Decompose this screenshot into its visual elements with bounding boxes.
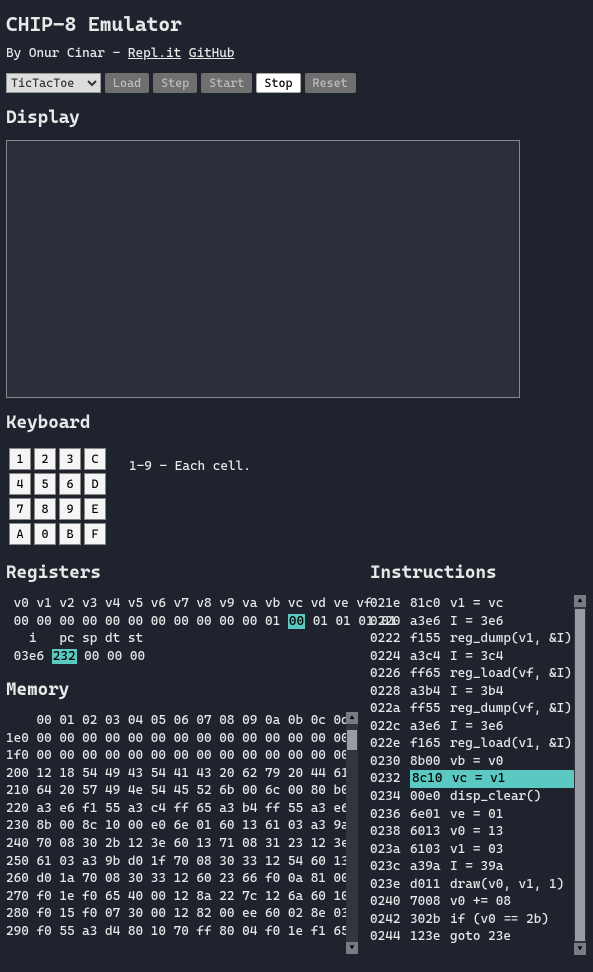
key-4[interactable]: 4: [9, 473, 31, 495]
reg-header: v0 v1 v2 v3 v4 v5 v6 v7 v8 v9 va vb vc v…: [6, 595, 358, 613]
key-c[interactable]: C: [84, 448, 106, 470]
memory-row: 270 f0 1e f0 65 40 00 12 8a 22 7c 12 6a …: [6, 888, 346, 906]
instruction-row: 021e81c0v1 = vc: [370, 595, 574, 613]
memory-row: 210 64 20 57 49 4e 54 45 52 6b 00 6c 00 …: [6, 782, 346, 800]
rom-select[interactable]: TicTacToe: [6, 73, 101, 93]
scroll-up-icon[interactable]: ▲: [346, 712, 358, 724]
key-5[interactable]: 5: [34, 473, 56, 495]
reg-values: 00 00 00 00 00 00 00 00 00 00 00 01 00 0…: [6, 613, 358, 631]
scroll-thumb[interactable]: [347, 730, 357, 750]
instruction-row: 022ef165reg_load(v1, &I): [370, 735, 574, 753]
instruction-row: 02386013v0 = 13: [370, 823, 574, 841]
instruction-row: 0224a3c4I = 3c4: [370, 648, 574, 666]
memory-row: 220 a3 e6 f1 55 a3 c4 ff 65 a3 b4 ff 55 …: [6, 800, 346, 818]
key-b[interactable]: B: [59, 523, 81, 545]
instructions-scrollbar[interactable]: ▲ ▼: [574, 595, 586, 955]
section-display: Display: [6, 107, 587, 128]
scroll-up-icon[interactable]: ▲: [574, 595, 586, 607]
instruction-row: 023400e0disp_clear(): [370, 788, 574, 806]
section-keyboard: Keyboard: [6, 412, 587, 433]
byline: By Onur Cinar - Repl.it GitHub: [6, 46, 587, 61]
memory-row: 240 70 08 30 2b 12 3e 60 13 71 08 31 23 …: [6, 835, 346, 853]
keypad: 1 2 3 C 4 5 6 D 7 8 9 E A 0 B F: [6, 445, 109, 548]
controls-bar: TicTacToe Load Step Start Stop Reset: [6, 73, 587, 93]
key-2[interactable]: 2: [34, 448, 56, 470]
instruction-row: 0226ff65reg_load(vf, &I): [370, 665, 574, 683]
step-button[interactable]: Step: [153, 73, 197, 93]
section-memory: Memory: [6, 679, 358, 700]
scroll-down-icon[interactable]: ▼: [574, 943, 586, 955]
stop-button[interactable]: Stop: [256, 73, 300, 93]
mem-header: 00 01 02 03 04 05 06 07 08 09 0a 0b 0c 0…: [6, 712, 346, 730]
section-instructions: Instructions: [370, 562, 587, 583]
page-title: CHIP-8 Emulator: [6, 12, 587, 36]
instruction-row: 0242302bif (v0 == 2b): [370, 911, 574, 929]
key-f[interactable]: F: [84, 523, 106, 545]
instruction-row: 023a6103v1 = 03: [370, 841, 574, 859]
instruction-row: 0220a3e6I = 3e6: [370, 613, 574, 631]
link-replit[interactable]: Repl.it: [128, 46, 181, 61]
key-e[interactable]: E: [84, 498, 106, 520]
load-button[interactable]: Load: [105, 73, 149, 93]
memory-panel: 00 01 02 03 04 05 06 07 08 09 0a 0b 0c 0…: [6, 712, 358, 954]
key-3[interactable]: 3: [59, 448, 81, 470]
memory-row: 280 f0 15 f0 07 30 00 12 82 00 ee 60 02 …: [6, 905, 346, 923]
memory-row: 290 f0 55 a3 d4 80 10 70 ff 80 04 f0 1e …: [6, 923, 346, 941]
registers-block: v0 v1 v2 v3 v4 v5 v6 v7 v8 v9 va vb vc v…: [6, 595, 358, 665]
instruction-row: 02328c10vc = v1: [370, 770, 574, 788]
key-8[interactable]: 8: [34, 498, 56, 520]
start-button[interactable]: Start: [201, 73, 252, 93]
instruction-row: 0222f155reg_dump(v1, &I): [370, 630, 574, 648]
keyboard-hint: 1-9 - Each cell.: [129, 459, 251, 474]
memory-scrollbar[interactable]: ▲ ▼: [346, 712, 358, 954]
instruction-row: 022aff55reg_dump(vf, &I): [370, 700, 574, 718]
key-7[interactable]: 7: [9, 498, 31, 520]
reg-pc-highlight: 232: [52, 649, 77, 664]
display-canvas: [6, 140, 520, 398]
key-1[interactable]: 1: [9, 448, 31, 470]
key-d[interactable]: D: [84, 473, 106, 495]
instruction-row: 02407008v0 += 08: [370, 893, 574, 911]
memory-row: 1e0 00 00 00 00 00 00 00 00 00 00 00 00 …: [6, 730, 346, 748]
scroll-down-icon[interactable]: ▼: [346, 942, 358, 954]
key-6[interactable]: 6: [59, 473, 81, 495]
key-0[interactable]: 0: [34, 523, 56, 545]
instruction-row: 02308b00vb = v0: [370, 753, 574, 771]
memory-row: 260 d0 1a 70 08 30 33 12 60 23 66 f0 0a …: [6, 870, 346, 888]
reg-header2: i pc sp dt st: [6, 630, 358, 648]
memory-row: 1f0 00 00 00 00 00 00 00 00 00 00 00 00 …: [6, 747, 346, 765]
reg-vc-highlight: 00: [288, 614, 305, 629]
instruction-row: 023ca39aI = 39a: [370, 858, 574, 876]
instruction-row: 02366e01ve = 01: [370, 806, 574, 824]
key-9[interactable]: 9: [59, 498, 81, 520]
instructions-panel: 021e81c0v1 = vc0220a3e6I = 3e60222f155re…: [370, 595, 586, 955]
instruction-row: 0244123egoto 23e: [370, 928, 574, 946]
link-github[interactable]: GitHub: [189, 46, 235, 61]
instruction-row: 0228a3b4I = 3b4: [370, 683, 574, 701]
scroll-thumb[interactable]: [575, 609, 585, 941]
section-registers: Registers: [6, 562, 358, 583]
key-a[interactable]: A: [9, 523, 31, 545]
memory-row: 200 12 18 54 49 43 54 41 43 20 62 79 20 …: [6, 765, 346, 783]
memory-row: 230 8b 00 8c 10 00 e0 6e 01 60 13 61 03 …: [6, 817, 346, 835]
reg-values2: 03e6 232 00 00 00: [6, 648, 358, 666]
instruction-row: 022ca3e6I = 3e6: [370, 718, 574, 736]
instruction-row: 023ed011draw(v0, v1, 1): [370, 876, 574, 894]
memory-row: 250 61 03 a3 9b d0 1f 70 08 30 33 12 54 …: [6, 853, 346, 871]
byline-text: By Onur Cinar -: [6, 46, 128, 61]
reset-button[interactable]: Reset: [305, 73, 356, 93]
